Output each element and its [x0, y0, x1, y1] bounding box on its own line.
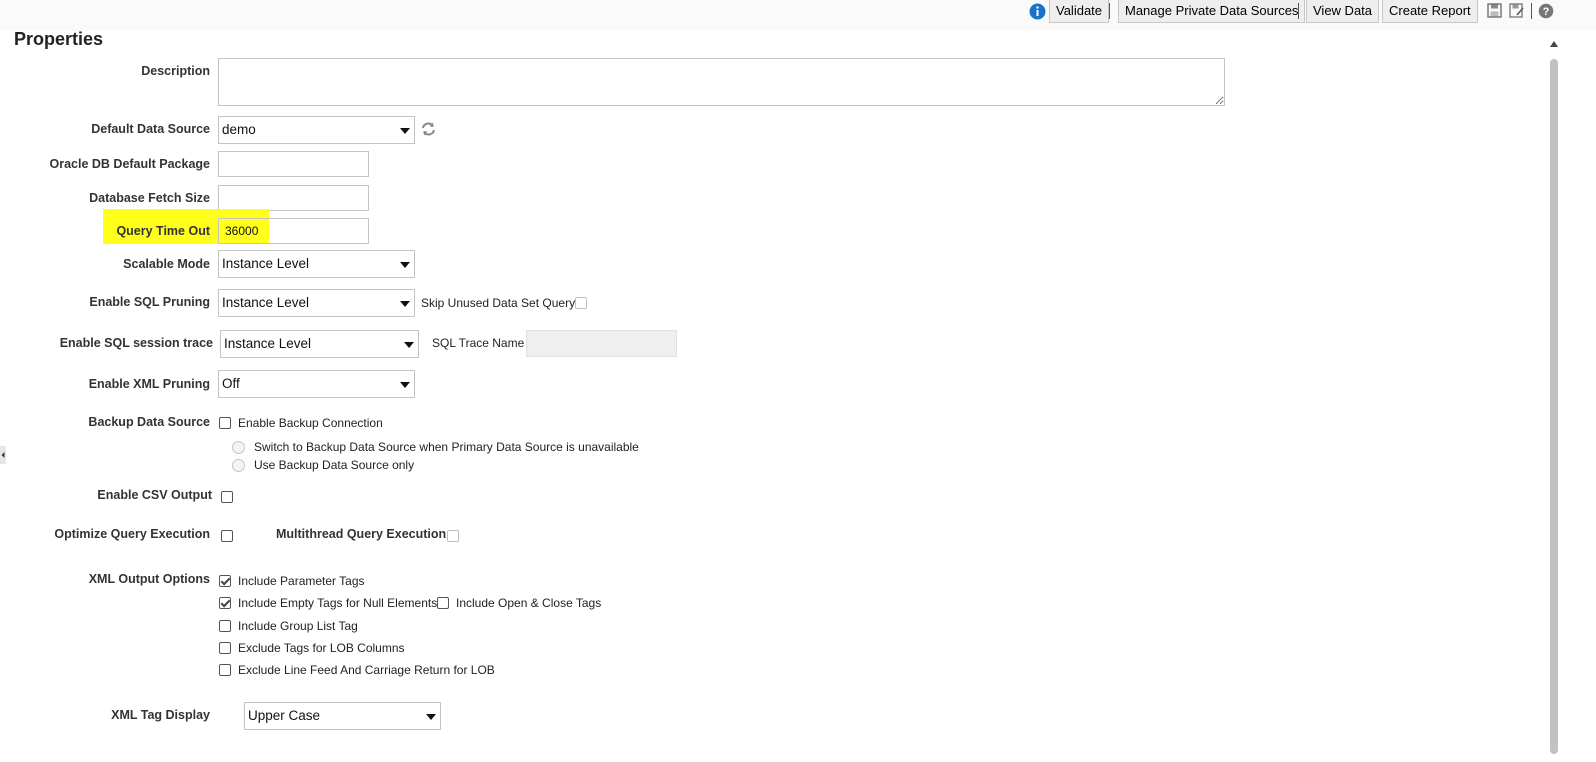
oracle-db-default-package-label: Oracle DB Default Package [49, 157, 211, 171]
description-textarea[interactable] [218, 58, 1225, 106]
exclude-lob-tags-checkbox[interactable] [219, 642, 231, 654]
create-report-button[interactable]: Create Report [1382, 0, 1478, 23]
include-empty-tags-label: Include Empty Tags for Null Elements [238, 596, 438, 610]
scrollbar-thumb[interactable] [1550, 59, 1558, 754]
include-group-list-tag-label: Include Group List Tag [238, 619, 358, 633]
enable-csv-output-checkbox[interactable] [221, 491, 233, 503]
chevron-down-icon [426, 714, 436, 720]
enable-backup-connection-label: Enable Backup Connection [238, 416, 383, 430]
view-data-button[interactable]: View Data [1306, 0, 1380, 23]
switch-to-backup-label: Switch to Backup Data Source when Primar… [254, 440, 639, 454]
toolbar: Validate Manage Private Data Sources Vie… [0, 0, 1596, 31]
sql-trace-name-label: SQL Trace Name [432, 336, 525, 350]
enable-xml-pruning-label: Enable XML Pruning [88, 377, 210, 391]
backup-data-source-label: Backup Data Source [88, 415, 210, 429]
enable-sql-pruning-select[interactable]: Instance Level [218, 289, 415, 317]
skip-unused-data-set-query-checkbox[interactable] [575, 297, 587, 309]
database-fetch-size-label: Database Fetch Size [89, 191, 210, 205]
optimize-query-execution-checkbox[interactable] [221, 530, 233, 542]
enable-sql-session-trace-select[interactable]: Instance Level [220, 330, 419, 358]
scalable-mode-value: Instance Level [222, 256, 310, 271]
enable-sql-pruning-value: Instance Level [222, 295, 310, 310]
switch-to-backup-radio[interactable] [232, 441, 245, 454]
enable-xml-pruning-value: Off [222, 376, 240, 391]
scalable-mode-label: Scalable Mode [123, 257, 210, 271]
exclude-line-feed-label: Exclude Line Feed And Carriage Return fo… [238, 663, 495, 677]
include-empty-tags-checkbox[interactable] [219, 597, 231, 609]
default-data-source-select[interactable]: demo [218, 116, 415, 144]
include-group-list-tag-checkbox[interactable] [219, 620, 231, 632]
include-parameter-tags-checkbox[interactable] [219, 575, 231, 587]
xml-tag-display-value: Upper Case [248, 708, 321, 723]
toolbar-separator [1298, 3, 1299, 19]
enable-sql-session-trace-label: Enable SQL session trace [59, 336, 213, 350]
use-backup-only-radio[interactable] [232, 459, 245, 472]
default-data-source-value: demo [222, 122, 256, 137]
chevron-down-icon [400, 128, 410, 134]
chevron-down-icon [400, 301, 410, 307]
optimize-query-execution-label: Optimize Query Execution [54, 527, 210, 541]
default-data-source-label: Default Data Source [91, 122, 210, 136]
collapse-handle[interactable] [0, 446, 6, 464]
toolbar-separator [1531, 3, 1532, 19]
info-icon[interactable] [1029, 3, 1046, 25]
enable-sql-pruning-label: Enable SQL Pruning [89, 295, 210, 309]
toolbar-separator [1109, 3, 1110, 19]
chevron-down-icon [400, 262, 410, 268]
oracle-db-default-package-input[interactable] [218, 151, 369, 177]
page-title: Properties [14, 29, 104, 49]
save-icon[interactable] [1487, 3, 1502, 23]
manage-private-data-sources-button[interactable]: Manage Private Data Sources [1118, 0, 1306, 23]
query-time-out-input[interactable] [218, 218, 369, 244]
svg-text:?: ? [1543, 6, 1550, 18]
enable-csv-output-label: Enable CSV Output [97, 488, 212, 502]
exclude-line-feed-checkbox[interactable] [219, 664, 231, 676]
save-as-icon[interactable] [1509, 3, 1525, 23]
validate-button[interactable]: Validate [1049, 0, 1110, 23]
chevron-down-icon [400, 382, 410, 388]
xml-tag-display-select[interactable]: Upper Case [244, 702, 441, 730]
scroll-up-arrow-icon[interactable] [1549, 39, 1559, 49]
refresh-icon[interactable] [420, 121, 437, 142]
xml-tag-display-label: XML Tag Display [111, 708, 210, 722]
query-time-out-label: Query Time Out [116, 224, 210, 238]
sql-trace-name-input[interactable] [526, 330, 677, 357]
description-label: Description [141, 64, 210, 78]
include-parameter-tags-label: Include Parameter Tags [238, 574, 365, 588]
skip-unused-data-set-query-label: Skip Unused Data Set Query [421, 296, 576, 310]
include-open-close-tags-label: Include Open & Close Tags [456, 596, 602, 610]
exclude-lob-tags-label: Exclude Tags for LOB Columns [238, 641, 405, 655]
vertical-scrollbar[interactable] [1548, 37, 1560, 754]
enable-sql-session-trace-value: Instance Level [224, 336, 312, 351]
help-icon[interactable]: ? [1538, 3, 1554, 24]
scalable-mode-select[interactable]: Instance Level [218, 250, 415, 278]
use-backup-only-label: Use Backup Data Source only [254, 458, 415, 472]
enable-xml-pruning-select[interactable]: Off [218, 370, 415, 398]
enable-backup-connection-checkbox[interactable] [219, 417, 231, 429]
multithread-query-execution-checkbox[interactable] [447, 530, 459, 542]
database-fetch-size-input[interactable] [218, 185, 369, 211]
xml-output-options-label: XML Output Options [88, 572, 210, 586]
multithread-query-execution-label: Multithread Query Execution [276, 527, 447, 541]
include-open-close-tags-checkbox[interactable] [437, 597, 449, 609]
chevron-down-icon [404, 342, 414, 348]
